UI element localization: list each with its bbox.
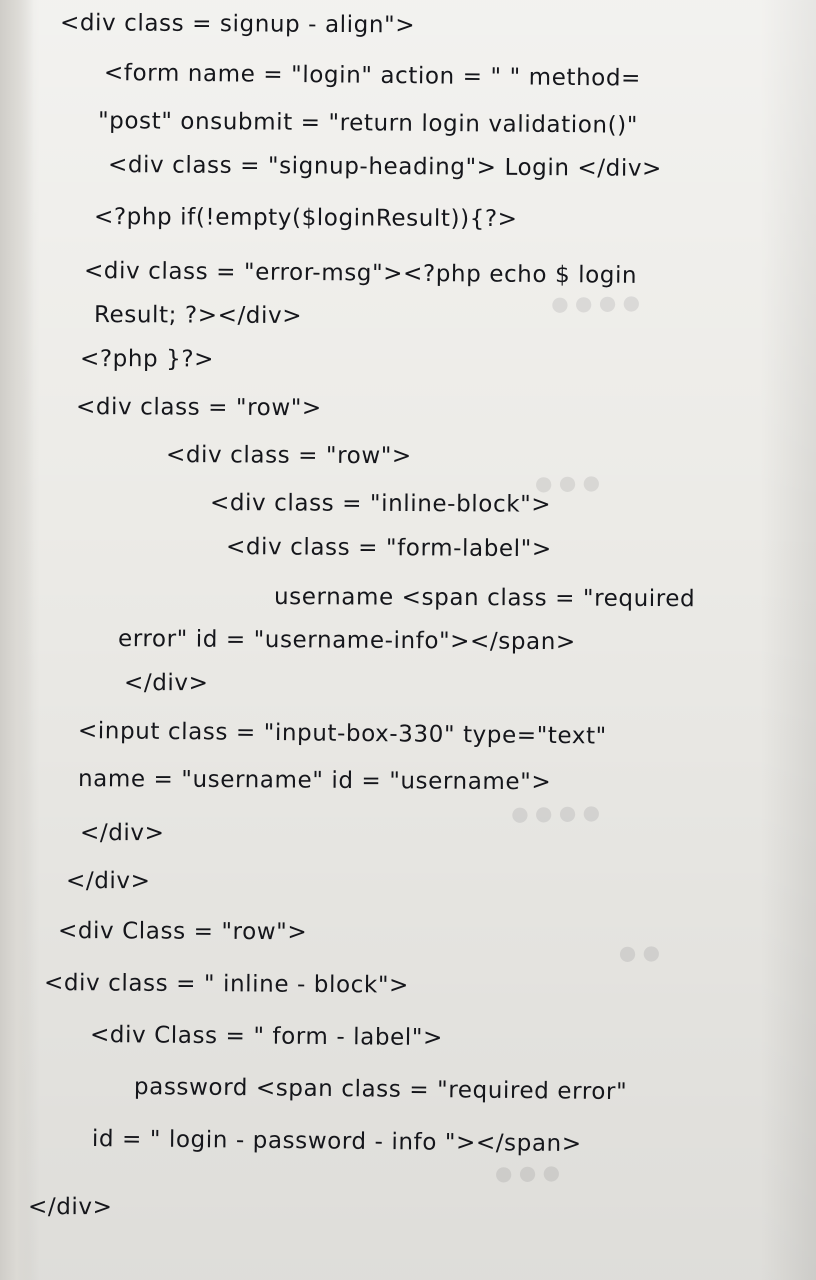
notebook-spine: [0, 0, 34, 1280]
code-line: <div Class = " form - label">: [89, 1022, 444, 1052]
bleed-through-mark: ● ●: [618, 940, 661, 965]
code-line: "post" onsubmit = "return login validati…: [97, 108, 639, 139]
code-line: </div>: [123, 670, 209, 697]
code-line: error" id = "username-info"></span>: [117, 626, 576, 656]
code-line: </div>: [79, 820, 165, 847]
code-line: <div class = " inline - block">: [43, 970, 410, 999]
code-line: <?php }?>: [79, 346, 215, 373]
bleed-through-mark: ● ● ●: [494, 1160, 561, 1186]
code-line: <div class = signup - align">: [59, 10, 416, 39]
code-line: id = " login - password - info "></span>: [91, 1126, 582, 1158]
code-line: username <span class = "required: [273, 584, 696, 613]
code-line: Result; ?></div>: [93, 302, 303, 330]
code-line: <div class = "inline-block">: [209, 490, 552, 518]
code-line: password <span class = "required error": [133, 1074, 628, 1106]
code-line: <div class = "error-msg"><?php echo $ lo…: [83, 258, 638, 289]
code-line: <div Class = "row">: [57, 918, 308, 946]
code-line: <div class = "row">: [165, 442, 412, 470]
code-line: <div class = "form-label">: [225, 534, 552, 563]
code-line: <form name = "login" action = " " method…: [103, 60, 642, 92]
notebook-page: ● ● ● ● ● ● ● ● ● ● ● ● ● ● ● ● <div cla…: [0, 0, 816, 1280]
code-line: <input class = "input-box-330" type="tex…: [77, 718, 607, 750]
code-line: <?php if(!empty($loginResult)){?>: [93, 204, 518, 233]
code-line: <div class = "row">: [75, 394, 322, 422]
code-line: name = "username" id = "username">: [77, 766, 552, 796]
code-line: </div>: [27, 1194, 113, 1221]
code-line: <div class = "signup-heading"> Login </d…: [107, 152, 663, 182]
bleed-through-mark: ● ● ● ●: [550, 290, 641, 316]
code-line: </div>: [65, 868, 151, 895]
bleed-through-mark: ● ● ● ●: [510, 800, 601, 826]
